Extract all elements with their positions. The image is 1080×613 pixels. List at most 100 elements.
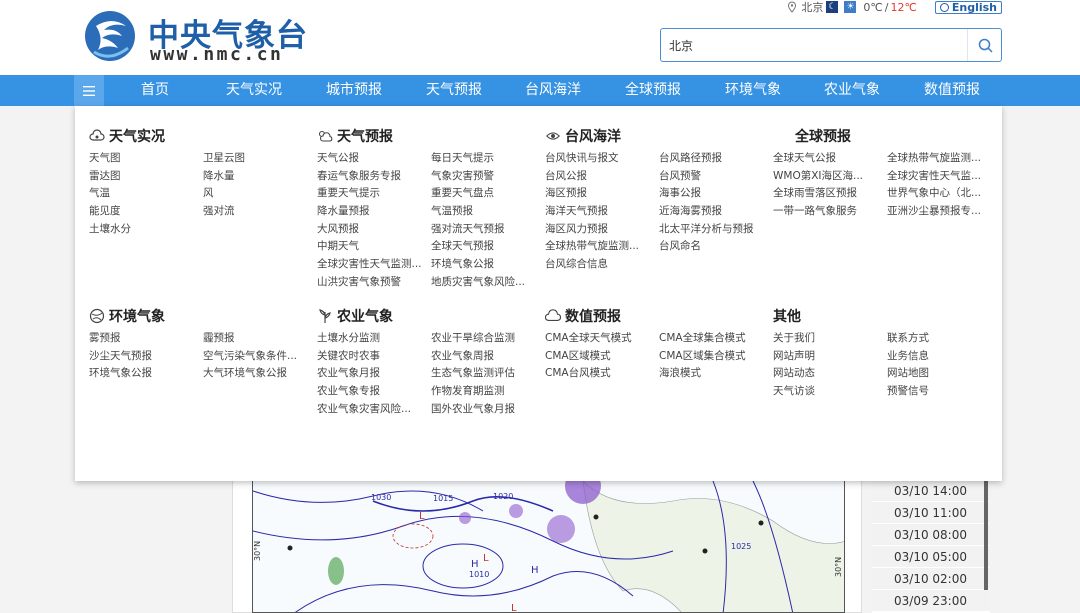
nav-item-weather-forecast[interactable]: 天气预报 [409,75,499,106]
menu-link[interactable]: 全球灾害性天气监测... [317,256,431,274]
menu-link[interactable]: 国外农业气象月报 [431,401,545,419]
menu-link[interactable]: 强对流天气预报 [431,221,545,239]
menu-link[interactable]: 预警信号 [887,383,1001,401]
section-title[interactable]: 其他 [773,306,1001,326]
location-name[interactable]: 北京 [801,0,823,15]
section-title[interactable]: 天气实况 [89,126,317,146]
menu-link[interactable]: 关于我们 [773,330,887,348]
menu-link[interactable]: 卫星云图 [203,150,317,168]
menu-link[interactable]: 海浪模式 [659,365,773,383]
time-item[interactable]: 03/10 11:00 [872,502,990,524]
menu-link[interactable]: 一带一路气象服务 [773,203,887,221]
menu-link[interactable]: 台风命名 [659,238,773,256]
menu-link[interactable]: 风 [203,185,317,203]
section-title[interactable]: 环境气象 [89,306,317,326]
menu-link[interactable]: 春运气象服务专报 [317,168,431,186]
nav-item-environment[interactable]: 环境气象 [708,75,798,106]
menu-link[interactable]: 雷达图 [89,168,203,186]
menu-link[interactable]: 关键农时农事 [317,348,431,366]
menu-link[interactable]: 农业气象专报 [317,383,431,401]
menu-link[interactable]: 天气图 [89,150,203,168]
section-title[interactable]: 数值预报 [545,306,773,326]
menu-link[interactable]: 大气环境气象公报 [203,365,317,383]
section-title[interactable]: 台风海洋 [545,126,773,146]
menu-link[interactable]: 网站地图 [887,365,1001,383]
menu-link[interactable]: 全球灾害性天气监... [887,168,1001,186]
menu-link[interactable]: 网站声明 [773,348,887,366]
menu-link[interactable]: 全球雨雪落区预报 [773,185,887,203]
menu-link[interactable]: WMO第XI海区海... [773,168,887,186]
menu-link[interactable]: 台风综合信息 [545,256,659,274]
menu-link[interactable]: 生态气象监测评估 [431,365,545,383]
menu-link[interactable]: 雾预报 [89,330,203,348]
menu-link[interactable]: 网站动态 [773,365,887,383]
menu-link[interactable]: 空气污染气象条件... [203,348,317,366]
menu-link[interactable]: 沙尘天气预报 [89,348,203,366]
time-list-scrollbar[interactable] [984,480,988,590]
menu-link[interactable]: 全球天气公报 [773,150,887,168]
english-link[interactable]: English [934,0,1002,14]
menu-link[interactable]: 全球天气预报 [431,238,545,256]
section-title[interactable]: 天气预报 [317,126,545,146]
time-item[interactable]: 03/09 23:00 [872,590,990,612]
menu-link[interactable]: 大风预报 [317,221,431,239]
menu-link[interactable]: CMA台风模式 [545,365,659,383]
menu-link[interactable]: 农业气象灾害风险... [317,401,431,419]
menu-link[interactable]: 山洪灾害气象预警 [317,274,431,292]
menu-link[interactable]: 近海海雾预报 [659,203,773,221]
menu-link[interactable]: CMA区域模式 [545,348,659,366]
menu-link[interactable]: 亚洲沙尘暴预报专... [887,203,1001,221]
menu-link[interactable]: 降水量 [203,168,317,186]
menu-link[interactable]: 海区风力预报 [545,221,659,239]
menu-link[interactable]: 土壤水分 [89,221,203,239]
menu-link[interactable]: 台风公报 [545,168,659,186]
menu-link[interactable]: 气温预报 [431,203,545,221]
menu-link[interactable]: CMA全球集合模式 [659,330,773,348]
menu-link[interactable]: 天气公报 [317,150,431,168]
menu-link[interactable]: 联系方式 [887,330,1001,348]
logo-url[interactable]: www.nmc.cn [150,44,283,65]
menu-link[interactable]: 环境气象公报 [89,365,203,383]
nav-item-city-forecast[interactable]: 城市预报 [309,75,399,106]
menu-link[interactable]: 海事公报 [659,185,773,203]
nav-item-home[interactable]: 首页 [110,75,200,106]
section-title[interactable]: 农业气象 [317,306,545,326]
menu-link[interactable]: 业务信息 [887,348,1001,366]
menu-link[interactable]: 海洋天气预报 [545,203,659,221]
menu-link[interactable]: 霾预报 [203,330,317,348]
menu-link[interactable]: 中期天气 [317,238,431,256]
menu-link[interactable]: 全球热带气旋监测... [887,150,1001,168]
menu-link[interactable]: 重要天气盘点 [431,185,545,203]
nav-item-agriculture[interactable]: 农业气象 [807,75,897,106]
menu-link[interactable]: 世界气象中心（北... [887,185,1001,203]
menu-link[interactable]: 台风预警 [659,168,773,186]
menu-link[interactable]: 台风快讯与报文 [545,150,659,168]
time-item[interactable]: 03/10 05:00 [872,546,990,568]
menu-link[interactable]: 气温 [89,185,203,203]
menu-link[interactable]: 地质灾害气象风险... [431,274,545,292]
menu-link[interactable]: 天气访谈 [773,383,887,401]
time-item[interactable]: 03/10 08:00 [872,524,990,546]
menu-link[interactable]: CMA全球天气模式 [545,330,659,348]
nmc-logo-icon[interactable] [82,8,142,64]
menu-link[interactable]: 台风路径预报 [659,150,773,168]
nav-item-typhoon-ocean[interactable]: 台风海洋 [508,75,598,106]
menu-link[interactable]: CMA区域集合模式 [659,348,773,366]
menu-toggle-button[interactable] [74,75,104,106]
nav-item-numerical[interactable]: 数值预报 [907,75,997,106]
menu-link[interactable]: 农业干旱综合监测 [431,330,545,348]
menu-link[interactable]: 土壤水分监测 [317,330,431,348]
menu-link[interactable]: 重要天气提示 [317,185,431,203]
menu-link[interactable]: 强对流 [203,203,317,221]
section-title[interactable]: 全球预报 [773,126,1001,146]
time-item[interactable]: 03/10 14:00 [872,480,990,502]
search-input[interactable] [669,29,959,61]
menu-link[interactable]: 降水量预报 [317,203,431,221]
menu-link[interactable]: 环境气象公报 [431,256,545,274]
nav-item-weather-live[interactable]: 天气实况 [209,75,299,106]
menu-link[interactable]: 能见度 [89,203,203,221]
menu-link[interactable]: 农业气象月报 [317,365,431,383]
menu-link[interactable]: 作物发育期监测 [431,383,545,401]
menu-link[interactable]: 每日天气提示 [431,150,545,168]
menu-link[interactable]: 海区预报 [545,185,659,203]
